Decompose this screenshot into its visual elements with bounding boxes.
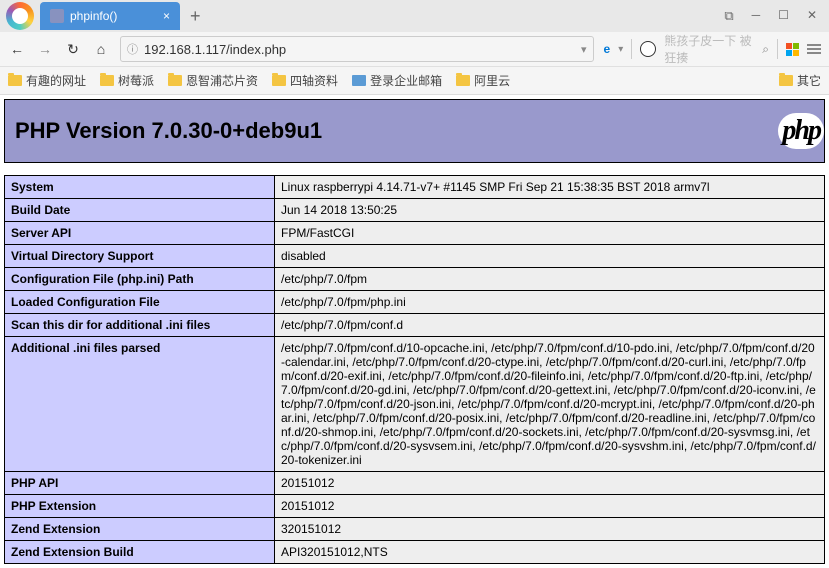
bookmark-label: 其它 [797, 72, 821, 89]
browser-chrome: phpinfo() × + ⧉ ─ ☐ ✕ ← → ↻ ⌂ ⓘ 192.168.… [0, 0, 829, 95]
config-value: 20151012 [275, 472, 825, 495]
config-value: FPM/FastCGI [275, 222, 825, 245]
table-row: Additional .ini files parsed/etc/php/7.0… [5, 337, 825, 472]
tab-bar: phpinfo() × + ⧉ ─ ☐ ✕ [0, 0, 829, 32]
phpinfo-table: SystemLinux raspberrypi 4.14.71-v7+ #114… [4, 175, 825, 564]
forward-button[interactable]: → [36, 41, 54, 57]
bookmark-item[interactable]: 有趣的网址 [8, 72, 86, 89]
config-value: /etc/php/7.0/fpm/php.ini [275, 291, 825, 314]
tab-fav-icon [50, 9, 64, 23]
bookmark-label: 登录企业邮箱 [370, 72, 442, 89]
table-row: Build DateJun 14 2018 13:50:25 [5, 199, 825, 222]
nav-bar: ← → ↻ ⌂ ⓘ 192.168.1.117/index.php ▾ e ▾ … [0, 32, 829, 66]
table-row: Scan this dir for additional .ini files/… [5, 314, 825, 337]
config-key: Zend Extension [5, 518, 275, 541]
bookmark-label: 树莓派 [118, 72, 154, 89]
config-key: Additional .ini files parsed [5, 337, 275, 472]
bookmark-label: 四轴资料 [290, 72, 338, 89]
folder-icon [779, 75, 793, 86]
table-row: PHP API20151012 [5, 472, 825, 495]
window-controls: ⧉ ─ ☐ ✕ [712, 8, 829, 24]
folder-icon [8, 75, 22, 86]
config-key: Configuration File (php.ini) Path [5, 268, 275, 291]
url-text[interactable]: 192.168.1.117/index.php [144, 42, 575, 57]
config-key: Server API [5, 222, 275, 245]
address-dropdown-icon[interactable]: ▾ [581, 43, 587, 56]
table-row: Loaded Configuration File/etc/php/7.0/fp… [5, 291, 825, 314]
bookmark-item[interactable]: 恩智浦芯片资 [168, 72, 258, 89]
config-value: Linux raspberrypi 4.14.71-v7+ #1145 SMP … [275, 176, 825, 199]
bookmark-item[interactable]: 登录企业邮箱 [352, 72, 442, 89]
site-info-icon[interactable]: ⓘ [127, 41, 138, 57]
config-key: PHP Extension [5, 495, 275, 518]
divider [631, 39, 632, 59]
folder-icon [100, 75, 114, 86]
folder-icon [272, 75, 286, 86]
search-placeholder[interactable]: 熊孩子皮一下 被狂揍 [664, 32, 754, 66]
ie-dropdown-icon[interactable]: ▾ [618, 44, 623, 55]
tab-close-icon[interactable]: × [163, 9, 170, 23]
phpinfo-header: PHP Version 7.0.30-0+deb9u1 php [4, 99, 825, 163]
table-row: SystemLinux raspberrypi 4.14.71-v7+ #114… [5, 176, 825, 199]
config-value: /etc/php/7.0/fpm/conf.d/10-opcache.ini, … [275, 337, 825, 472]
table-row: Zend Extension320151012 [5, 518, 825, 541]
menu-icon[interactable] [807, 44, 821, 54]
config-value: Jun 14 2018 13:50:25 [275, 199, 825, 222]
toolbar-right: e ▾ 熊孩子皮一下 被狂揍 ⌕ [604, 32, 821, 66]
config-key: PHP API [5, 472, 275, 495]
bookmark-label: 有趣的网址 [26, 72, 86, 89]
search-icon[interactable]: ⌕ [762, 42, 769, 57]
config-key: Build Date [5, 199, 275, 222]
config-key: System [5, 176, 275, 199]
bookmark-item[interactable]: 树莓派 [100, 72, 154, 89]
config-value: 20151012 [275, 495, 825, 518]
table-row: Configuration File (php.ini) Path/etc/ph… [5, 268, 825, 291]
table-row: Zend Extension BuildAPI320151012,NTS [5, 541, 825, 564]
reload-button[interactable]: ↻ [64, 41, 82, 58]
bookmarks-overflow[interactable]: 其它 [779, 72, 821, 89]
config-key: Virtual Directory Support [5, 245, 275, 268]
phpinfo-page: PHP Version 7.0.30-0+deb9u1 php SystemLi… [0, 95, 829, 568]
mail-icon [352, 75, 366, 86]
search-engine-icon[interactable] [640, 41, 656, 57]
back-button[interactable]: ← [8, 41, 26, 57]
config-value: /etc/php/7.0/fpm/conf.d [275, 314, 825, 337]
config-key: Scan this dir for additional .ini files [5, 314, 275, 337]
config-value: disabled [275, 245, 825, 268]
config-value: 320151012 [275, 518, 825, 541]
browser-logo-icon[interactable] [6, 2, 34, 30]
config-key: Loaded Configuration File [5, 291, 275, 314]
table-row: PHP Extension20151012 [5, 495, 825, 518]
bookmark-label: 阿里云 [474, 72, 510, 89]
bookmarks-bar: 有趣的网址 树莓派 恩智浦芯片资 四轴资料 登录企业邮箱 阿里云 其它 [0, 66, 829, 94]
active-tab[interactable]: phpinfo() × [40, 2, 180, 30]
php-logo-text: php [782, 115, 820, 147]
page-title: PHP Version 7.0.30-0+deb9u1 [15, 118, 322, 144]
table-row: Server APIFPM/FastCGI [5, 222, 825, 245]
config-key: Zend Extension Build [5, 541, 275, 564]
new-tab-button[interactable]: + [180, 6, 211, 27]
php-logo: php [778, 113, 824, 149]
apps-icon[interactable] [786, 43, 799, 56]
maximize-icon[interactable]: ☐ [778, 8, 789, 24]
folder-icon [168, 75, 182, 86]
window-close-icon[interactable]: ✕ [807, 8, 817, 24]
bookmark-item[interactable]: 阿里云 [456, 72, 510, 89]
divider [777, 39, 778, 59]
config-value: /etc/php/7.0/fpm [275, 268, 825, 291]
config-value: API320151012,NTS [275, 541, 825, 564]
address-bar[interactable]: ⓘ 192.168.1.117/index.php ▾ [120, 36, 594, 62]
folder-icon [456, 75, 470, 86]
bookmark-item[interactable]: 四轴资料 [272, 72, 338, 89]
table-row: Virtual Directory Supportdisabled [5, 245, 825, 268]
bookmark-label: 恩智浦芯片资 [186, 72, 258, 89]
ie-mode-icon[interactable]: e [604, 42, 611, 56]
tab-title: phpinfo() [70, 9, 117, 23]
restore-icon[interactable]: ⧉ [724, 8, 733, 24]
home-button[interactable]: ⌂ [92, 41, 110, 57]
minimize-icon[interactable]: ─ [752, 8, 761, 24]
